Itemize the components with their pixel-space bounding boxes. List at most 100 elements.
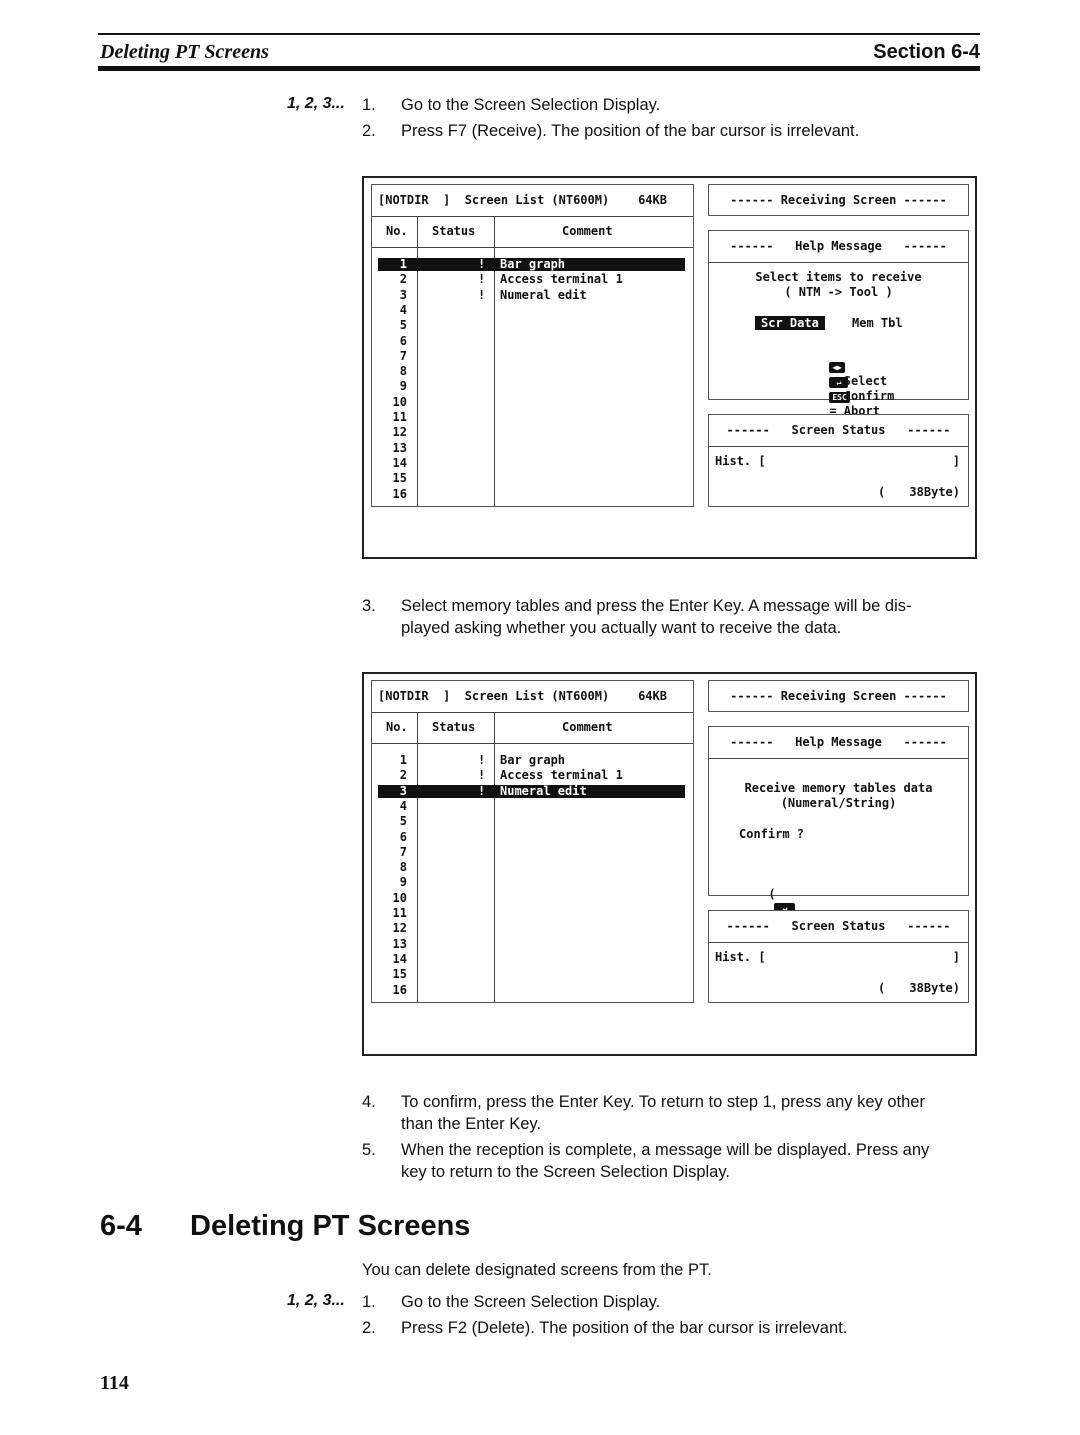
step-number: 1. <box>362 96 376 114</box>
screen-size-bytes: 38Byte) <box>909 485 960 499</box>
table-row[interactable]: 15 <box>378 472 685 485</box>
table-row[interactable]: 7 <box>378 349 685 363</box>
row-number: 4 <box>399 798 407 813</box>
table-row[interactable]: 8 <box>378 861 685 874</box>
row-number: 1 <box>399 257 407 271</box>
row-number: 13 <box>392 936 407 951</box>
section-heading: 6-4 Deleting PT Screens <box>100 1210 470 1243</box>
steps-label: 1, 2, 3... <box>287 1292 345 1309</box>
table-row[interactable]: 1! Bar graph <box>378 754 685 767</box>
help-message-pane: ------ Help Message ------ Select items … <box>708 230 969 418</box>
screen-list-title: [NOTDIR ] Screen List (NT600M) 64KB <box>378 193 667 207</box>
hist-close: ] <box>952 950 960 964</box>
screen-status-pane: ------ Screen Status ------ Hist. [ ] ( … <box>708 414 969 507</box>
table-row[interactable]: 7 <box>378 844 685 859</box>
table-row[interactable]: 16 <box>378 982 685 997</box>
option-scr-data-selected[interactable]: Scr Data <box>755 316 825 330</box>
table-row[interactable]: 3! Numeral edit <box>378 287 685 302</box>
hist-label: Hist. [ <box>715 950 766 964</box>
table-row[interactable]: 5 <box>378 319 685 332</box>
row-status: ! <box>478 272 486 287</box>
help-message-title: ------ Help Message ------ <box>730 239 947 253</box>
table-row[interactable]: 14 <box>378 952 685 966</box>
table-row[interactable]: 3! Numeral edit <box>378 783 685 798</box>
table-row[interactable]: 6 <box>378 829 685 844</box>
steps-label: 1, 2, 3... <box>287 95 345 112</box>
table-row[interactable]: 11 <box>378 411 685 424</box>
table-row[interactable]: 1! Bar graph <box>378 258 685 271</box>
screen-list-pane: [NOTDIR ] Screen List (NT600M) 64KB No. … <box>371 680 694 1003</box>
row-number: 1 <box>399 753 407 767</box>
esc-key-icon: ESC <box>829 392 850 403</box>
table-row[interactable]: 10 <box>378 395 685 409</box>
table-row[interactable]: 8 <box>378 365 685 378</box>
table-row[interactable]: 13 <box>378 936 685 951</box>
row-number: 16 <box>392 486 407 501</box>
table-row[interactable]: 14 <box>378 456 685 470</box>
screenshot-receive-confirm: [NOTDIR ] Screen List (NT600M) 64KB No. … <box>362 672 977 1056</box>
table-row[interactable]: 9 <box>378 876 685 889</box>
row-status: ! <box>478 768 486 783</box>
step-number: 1. <box>362 1293 376 1311</box>
row-number: 15 <box>392 967 407 982</box>
step-text: Press F7 (Receive). The position of the … <box>401 122 860 140</box>
running-title: Deleting PT Screens <box>100 41 269 63</box>
section-intro: You can delete designated screens from t… <box>362 1261 712 1279</box>
table-row[interactable]: 16 <box>378 486 685 501</box>
row-number: 2 <box>399 768 407 783</box>
paren-open: ( <box>768 887 776 901</box>
table-row[interactable]: 13 <box>378 440 685 455</box>
table-row[interactable]: 9 <box>378 380 685 393</box>
row-number: 4 <box>399 302 407 317</box>
row-status: ! <box>478 287 486 302</box>
step-number: 2. <box>362 122 376 140</box>
table-row[interactable]: 6 <box>378 333 685 348</box>
table-row[interactable]: 2! Access terminal 1 <box>378 769 685 782</box>
table-row[interactable]: 10 <box>378 890 685 905</box>
option-mem-tbl[interactable]: Mem Tbl <box>852 316 903 330</box>
bytes-open: ( <box>878 981 886 995</box>
table-row[interactable]: 4 <box>378 302 685 317</box>
row-status: ! <box>478 257 486 271</box>
row-number: 3 <box>399 287 407 302</box>
step-text: Go to the Screen Selection Display. <box>401 1293 661 1311</box>
step-text: When the reception is complete, a messag… <box>401 1141 930 1159</box>
hist-close: ] <box>952 454 960 468</box>
row-number: 5 <box>399 318 407 333</box>
hist-label: Hist. [ <box>715 454 766 468</box>
section-number: 6-4 <box>100 1210 142 1242</box>
table-row[interactable]: 2! Access terminal 1 <box>378 273 685 286</box>
row-number: 5 <box>399 814 407 829</box>
row-number: 8 <box>399 364 407 379</box>
row-number: 6 <box>399 333 407 348</box>
screenshot-receive-select: [NOTDIR ] Screen List (NT600M) 64KB No. … <box>362 176 977 559</box>
row-number: 2 <box>399 272 407 287</box>
screen-list-pane: [NOTDIR ] Screen List (NT600M) 64KB No. … <box>371 184 694 507</box>
table-row[interactable]: 12 <box>378 426 685 439</box>
row-comment: Numeral edit <box>500 783 587 798</box>
table-row[interactable]: 11 <box>378 907 685 920</box>
table-row[interactable]: 5 <box>378 815 685 828</box>
step-text-cont: than the Enter Key. <box>401 1115 542 1133</box>
screen-list-title: [NOTDIR ] Screen List (NT600M) 64KB <box>378 689 667 703</box>
row-comment: Numeral edit <box>500 287 587 302</box>
row-number: 7 <box>399 844 407 859</box>
step-text: Go to the Screen Selection Display. <box>401 96 661 114</box>
help-line-1: Receive memory tables data <box>744 781 933 795</box>
row-number: 10 <box>392 890 407 905</box>
help-line-2: ( NTM -> Tool ) <box>784 285 893 299</box>
row-number: 16 <box>392 982 407 997</box>
row-number: 6 <box>399 829 407 844</box>
table-row[interactable]: 15 <box>378 968 685 981</box>
row-number: 8 <box>399 860 407 875</box>
receiving-screen-title: ------ Receiving Screen ------ <box>730 689 947 703</box>
help-line-1: Select items to receive <box>755 270 922 284</box>
section-title: Deleting PT Screens <box>190 1210 471 1242</box>
step-text-cont: played asking whether you actually want … <box>401 619 842 637</box>
step-number: 4. <box>362 1093 376 1111</box>
step-number: 5. <box>362 1141 376 1159</box>
row-number: 13 <box>392 440 407 455</box>
table-row[interactable]: 12 <box>378 922 685 935</box>
table-row[interactable]: 4 <box>378 798 685 813</box>
help-message-title: ------ Help Message ------ <box>730 735 947 749</box>
